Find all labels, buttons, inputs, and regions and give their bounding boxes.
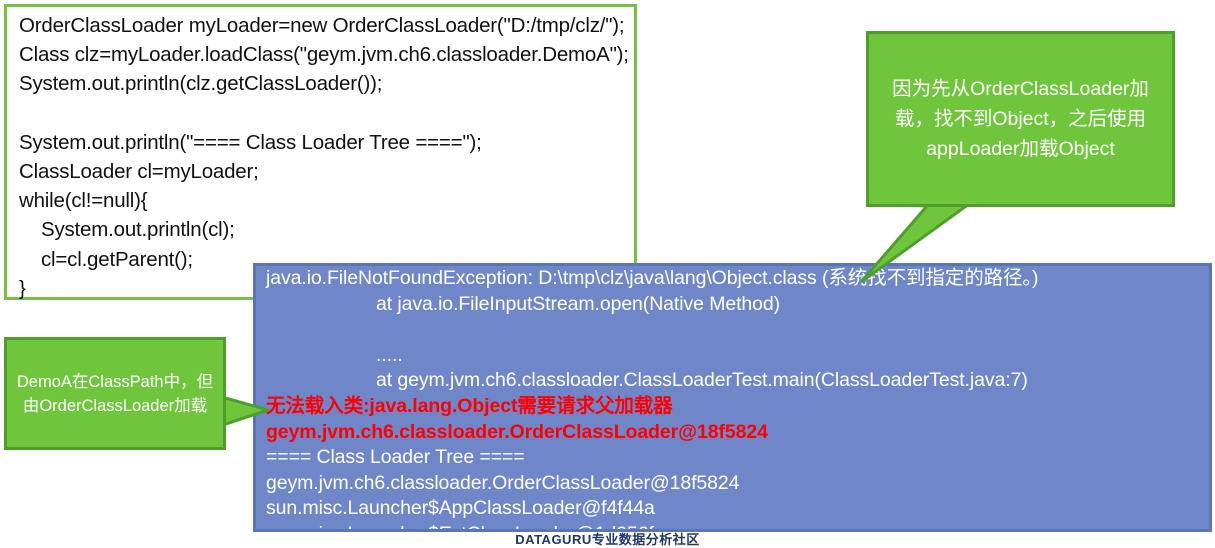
code-line: OrderClassLoader myLoader=new OrderClass… (19, 14, 625, 37)
code-line: System.out.println(clz.getClassLoader())… (19, 72, 383, 96)
console-line: geym.jvm.ch6.classloader.OrderClassLoade… (266, 420, 768, 443)
callout-left-label: DemoA在ClassPath中，但由OrderClassLoader加载 (16, 372, 214, 415)
callout-top-tail-icon (861, 204, 972, 284)
console-line: java.io.FileNotFoundException: D:\tmp\cl… (266, 267, 1039, 289)
console-line: 无法载入类:java.lang.Object需要请求父加载器 (266, 394, 673, 417)
code-block: OrderClassLoader myLoader=new OrderClass… (4, 4, 637, 300)
callout-top-right: 因为先从OrderClassLoader加载，找不到Object，之后使用app… (866, 31, 1175, 207)
console-line: sun.misc.Launcher$AppClassLoader@f4f44a (266, 497, 655, 520)
callout-top-label: 因为先从OrderClassLoader加载，找不到Object，之后使用app… (892, 78, 1149, 160)
console-line: at java.io.FileInputStream.open(Native M… (376, 292, 781, 315)
code-line: System.out.println(cl); (19, 218, 235, 242)
code-line: while(cl!=null){ (19, 189, 148, 213)
console-line: ..... (376, 343, 403, 366)
console-line: at geym.jvm.ch6.classloader.ClassLoaderT… (376, 369, 1028, 392)
console-output-text: java.io.FileNotFoundException: D:\tmp\cl… (266, 266, 1205, 529)
code-line: ClassLoader cl=myLoader; (19, 159, 259, 183)
console-line: geym.jvm.ch6.classloader.OrderClassLoade… (266, 471, 740, 494)
code-listing: OrderClassLoader myLoader=new OrderClass… (19, 11, 632, 303)
console-line: ==== Class Loader Tree ==== (266, 446, 525, 469)
callout-bottom-left: DemoA在ClassPath中，但由OrderClassLoader加载 (4, 337, 226, 450)
code-line: Class clz=myLoader.loadClass("geym.jvm.c… (19, 43, 629, 67)
code-line: System.out.println("==== Class Loader Tr… (19, 130, 482, 154)
console-output-panel: java.io.FileNotFoundException: D:\tmp\cl… (253, 263, 1212, 532)
